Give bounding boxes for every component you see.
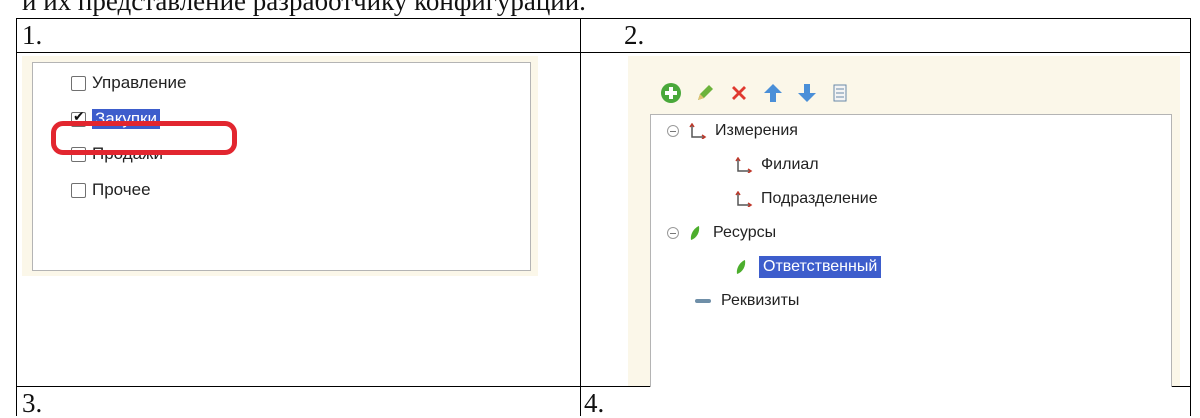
subsystem-list: Управление Закупки Продажи Прочее <box>32 62 531 271</box>
resource-icon <box>736 260 746 274</box>
table-border-row1 <box>16 52 1190 53</box>
table-border-middle <box>580 18 581 416</box>
table-border-top <box>16 18 1190 19</box>
dimension-icon <box>735 191 753 207</box>
dimension-icon <box>689 123 707 139</box>
list-item-label: Прочее <box>92 180 151 199</box>
list-item-label: Управление <box>92 73 187 92</box>
tree-node-dimensions[interactable]: Измерения <box>667 119 798 143</box>
tree-node-label: Реквизиты <box>721 292 800 309</box>
collapse-icon[interactable] <box>667 125 679 137</box>
cell-number-1: 1. <box>22 20 43 50</box>
tree-node-resources[interactable]: Ресурсы <box>667 221 776 245</box>
dimension-icon <box>735 157 753 173</box>
tree-node-filial[interactable]: Филиал <box>735 153 819 177</box>
delete-icon[interactable] <box>728 82 750 104</box>
table-border-right <box>1190 18 1191 416</box>
toolbar <box>660 82 864 104</box>
checkbox-upravlenie[interactable] <box>71 75 86 91</box>
tree-node-label: Филиал <box>761 156 819 173</box>
tree-node-label: Ресурсы <box>713 224 777 241</box>
resource-icon <box>690 226 700 240</box>
tree-node-podrazdelenie[interactable]: Подразделение <box>735 187 878 211</box>
tree-node-label-selected: Ответственный <box>759 256 882 278</box>
attribute-icon <box>695 299 711 303</box>
sort-icon[interactable] <box>830 82 852 104</box>
collapse-icon[interactable] <box>667 227 679 239</box>
cell-number-3: 3. <box>22 388 43 418</box>
list-item-prochee[interactable]: Прочее <box>71 178 151 202</box>
edit-icon[interactable] <box>694 82 716 104</box>
structure-tree: Измерения Филиал Подразделение Ресурсы О… <box>650 114 1172 387</box>
tree-node-label: Подразделение <box>761 190 878 207</box>
table-border-left <box>16 18 17 416</box>
move-down-icon[interactable] <box>796 82 818 104</box>
checkbox-prochee[interactable] <box>71 182 86 198</box>
move-up-icon[interactable] <box>762 82 784 104</box>
subsystem-panel: Управление Закупки Продажи Прочее <box>22 56 538 276</box>
tree-node-attributes[interactable]: Реквизиты <box>695 289 799 313</box>
list-item-upravlenie[interactable]: Управление <box>71 71 187 95</box>
tree-node-label: Измерения <box>715 122 798 139</box>
add-icon[interactable] <box>660 82 682 104</box>
tree-node-otvetstvenny[interactable]: Ответственный <box>735 255 882 279</box>
cell-number-2: 2. <box>624 20 645 50</box>
highlight-marker <box>51 121 237 155</box>
register-structure-panel: Измерения Филиал Подразделение Ресурсы О… <box>628 56 1180 387</box>
cell-number-4: 4. <box>584 388 605 418</box>
